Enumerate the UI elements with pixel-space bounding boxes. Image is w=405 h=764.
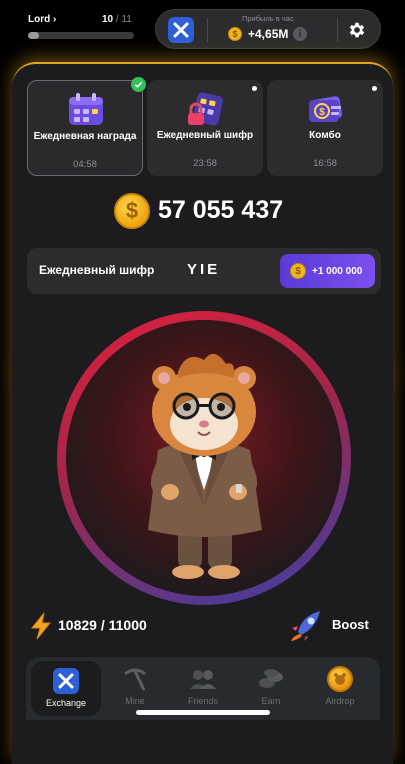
- card-timer: 16:58: [313, 158, 337, 169]
- level-progress-fill: [28, 32, 39, 39]
- coin-icon: $: [114, 193, 150, 229]
- home-indicator: [136, 710, 270, 715]
- profit-value: +4,65M: [248, 27, 289, 41]
- notification-dot: [252, 86, 257, 91]
- level-name[interactable]: Lord ›: [28, 14, 56, 25]
- nav-label: Mine: [125, 696, 145, 706]
- profit-per-hour-panel: Прибыль в час $ +4,65M i: [155, 9, 381, 49]
- svg-text:$: $: [319, 107, 325, 118]
- cipher-reward-amount: +1 000 000: [312, 265, 363, 277]
- nav-airdrop[interactable]: Airdrop: [305, 657, 375, 720]
- calendar-icon: [69, 93, 103, 125]
- card-timer: 04:58: [73, 159, 97, 170]
- friends-icon: [189, 665, 217, 693]
- nav-label: Earn: [261, 696, 281, 706]
- combo-card[interactable]: $ Комбо 16:58: [267, 80, 383, 176]
- pickaxe-icon: [121, 665, 149, 693]
- nav-label: Airdrop: [325, 696, 355, 706]
- cipher-label: Ежедневный шифр: [39, 263, 155, 277]
- notification-dot: [372, 86, 377, 91]
- profit-label: Прибыль в час: [242, 14, 294, 23]
- card-title: Комбо: [309, 130, 341, 141]
- card-title: Ежедневный шифр: [156, 130, 254, 141]
- nav-label: Exchange: [45, 698, 87, 708]
- level-progress-bar: [28, 32, 134, 39]
- combo-cards-icon: $: [309, 96, 343, 122]
- level-progress-text: 10 / 11: [102, 14, 132, 25]
- card-title: Ежедневная награда: [33, 131, 137, 142]
- card-timer: 23:58: [193, 158, 217, 169]
- daily-cipher-card[interactable]: Ежедневный шифр 23:58: [147, 80, 263, 176]
- coin-icon: $: [228, 27, 242, 41]
- daily-cipher-bar: Ежедневный шифр YIE $ +1 000 000: [27, 248, 381, 294]
- coins-stack-icon: [257, 665, 285, 693]
- airdrop-coin-icon: [326, 665, 354, 693]
- energy-counter: 10829 / 11000: [58, 617, 147, 633]
- coin-icon: $: [290, 263, 306, 279]
- nav-label: Friends: [187, 696, 218, 706]
- divider: [337, 18, 338, 42]
- lightning-icon: [30, 612, 52, 640]
- cipher-code: YIE: [187, 261, 221, 278]
- boost-button[interactable]: Boost: [332, 617, 369, 632]
- nav-exchange[interactable]: Exchange: [31, 661, 101, 716]
- balance-value: 57 055 437: [158, 196, 284, 224]
- divider: [207, 18, 208, 42]
- cipher-reward-button[interactable]: $ +1 000 000: [280, 254, 375, 288]
- info-icon[interactable]: i: [293, 27, 307, 41]
- check-icon: [131, 77, 146, 92]
- exchange-logo-icon: [52, 667, 80, 695]
- gear-icon[interactable]: [344, 17, 370, 43]
- cipher-lock-icon: [188, 92, 223, 126]
- x-logo-icon[interactable]: [168, 17, 194, 43]
- rocket-icon[interactable]: [288, 608, 326, 642]
- tap-button-inner: [66, 320, 342, 596]
- daily-reward-card[interactable]: Ежедневная награда 04:58: [27, 77, 146, 176]
- hamster-ceo-icon: [148, 353, 262, 579]
- tap-button[interactable]: [57, 311, 351, 605]
